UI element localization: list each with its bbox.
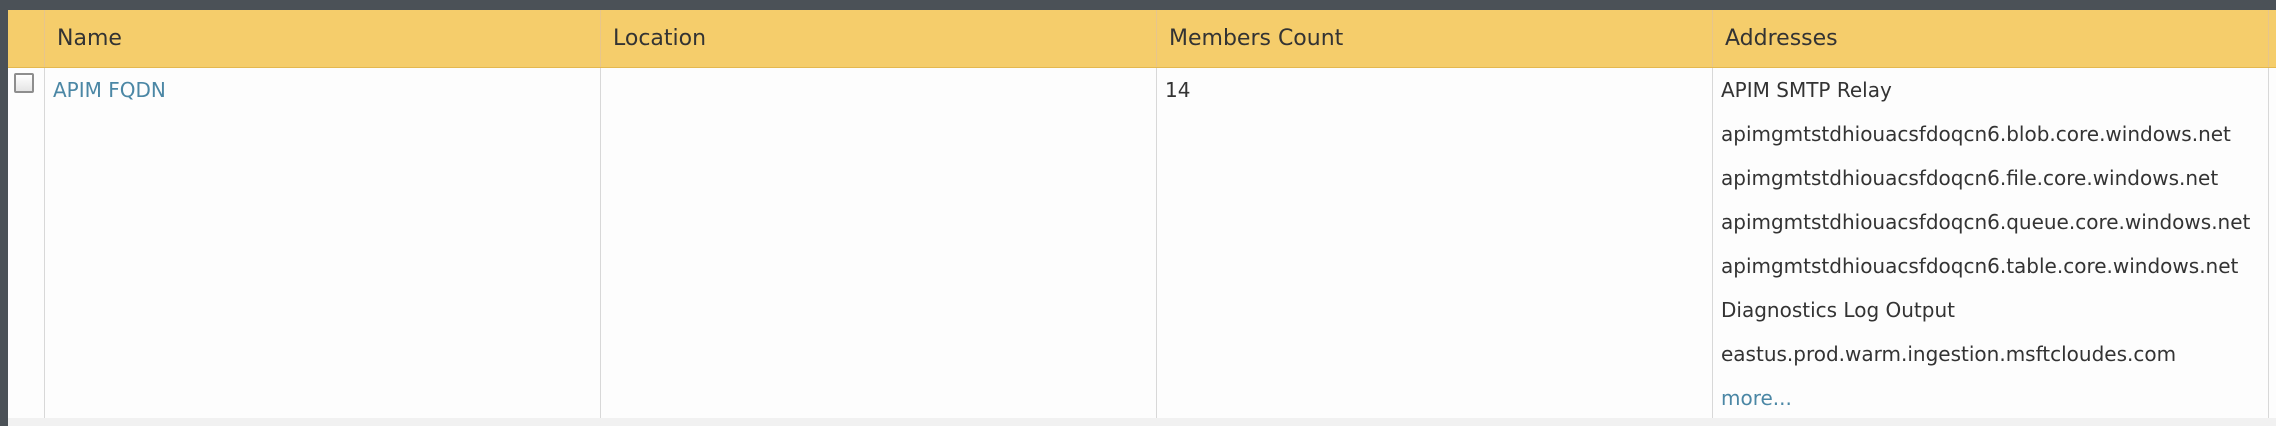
address-item: eastus.prod.warm.ingestion.msftcloudes.c… bbox=[1721, 342, 2177, 366]
address-list: APIM SMTP Relay apimgmtstdhiouacsfdoqcn6… bbox=[1721, 72, 2268, 424]
more-addresses-link[interactable]: more... bbox=[1721, 386, 1792, 410]
row-name-cell: APIM FQDN bbox=[44, 68, 600, 418]
address-item: apimgmtstdhiouacsfdoqcn6.file.core.windo… bbox=[1721, 166, 2219, 190]
row-location-cell bbox=[600, 68, 1156, 418]
header-name[interactable]: Name bbox=[44, 10, 600, 67]
row-spacer-cell bbox=[2268, 68, 2276, 418]
header-location[interactable]: Location bbox=[600, 10, 1156, 67]
window-left-border bbox=[0, 10, 8, 426]
address-item: apimgmtstdhiouacsfdoqcn6.table.core.wind… bbox=[1721, 254, 2239, 278]
table-bottom-border bbox=[8, 418, 2276, 426]
address-item: apimgmtstdhiouacsfdoqcn6.blob.core.windo… bbox=[1721, 122, 2231, 146]
row-members-count: 14 bbox=[1165, 78, 1191, 102]
row-checkbox[interactable] bbox=[14, 73, 34, 93]
header-addresses[interactable]: Addresses bbox=[1712, 10, 2268, 67]
row-select-cell bbox=[8, 68, 44, 418]
address-item: Diagnostics Log Output bbox=[1721, 298, 1955, 322]
table-header: Name Location Members Count Addresses bbox=[8, 10, 2276, 68]
address-groups-table: Name Location Members Count Addresses AP… bbox=[0, 0, 2276, 426]
row-members-count-cell: 14 bbox=[1156, 68, 1712, 418]
row-addresses-cell: APIM SMTP Relay apimgmtstdhiouacsfdoqcn6… bbox=[1712, 68, 2268, 418]
header-spacer bbox=[2268, 10, 2276, 67]
window-top-border bbox=[0, 0, 2276, 10]
row-name-link[interactable]: APIM FQDN bbox=[53, 72, 166, 108]
address-item: APIM SMTP Relay bbox=[1721, 78, 1892, 102]
table-row: APIM FQDN 14 APIM SMTP Relay apimgmtstdh… bbox=[8, 68, 2276, 418]
header-members-count[interactable]: Members Count bbox=[1156, 10, 1712, 67]
header-select-column bbox=[8, 10, 44, 67]
address-item: apimgmtstdhiouacsfdoqcn6.queue.core.wind… bbox=[1721, 210, 2251, 234]
